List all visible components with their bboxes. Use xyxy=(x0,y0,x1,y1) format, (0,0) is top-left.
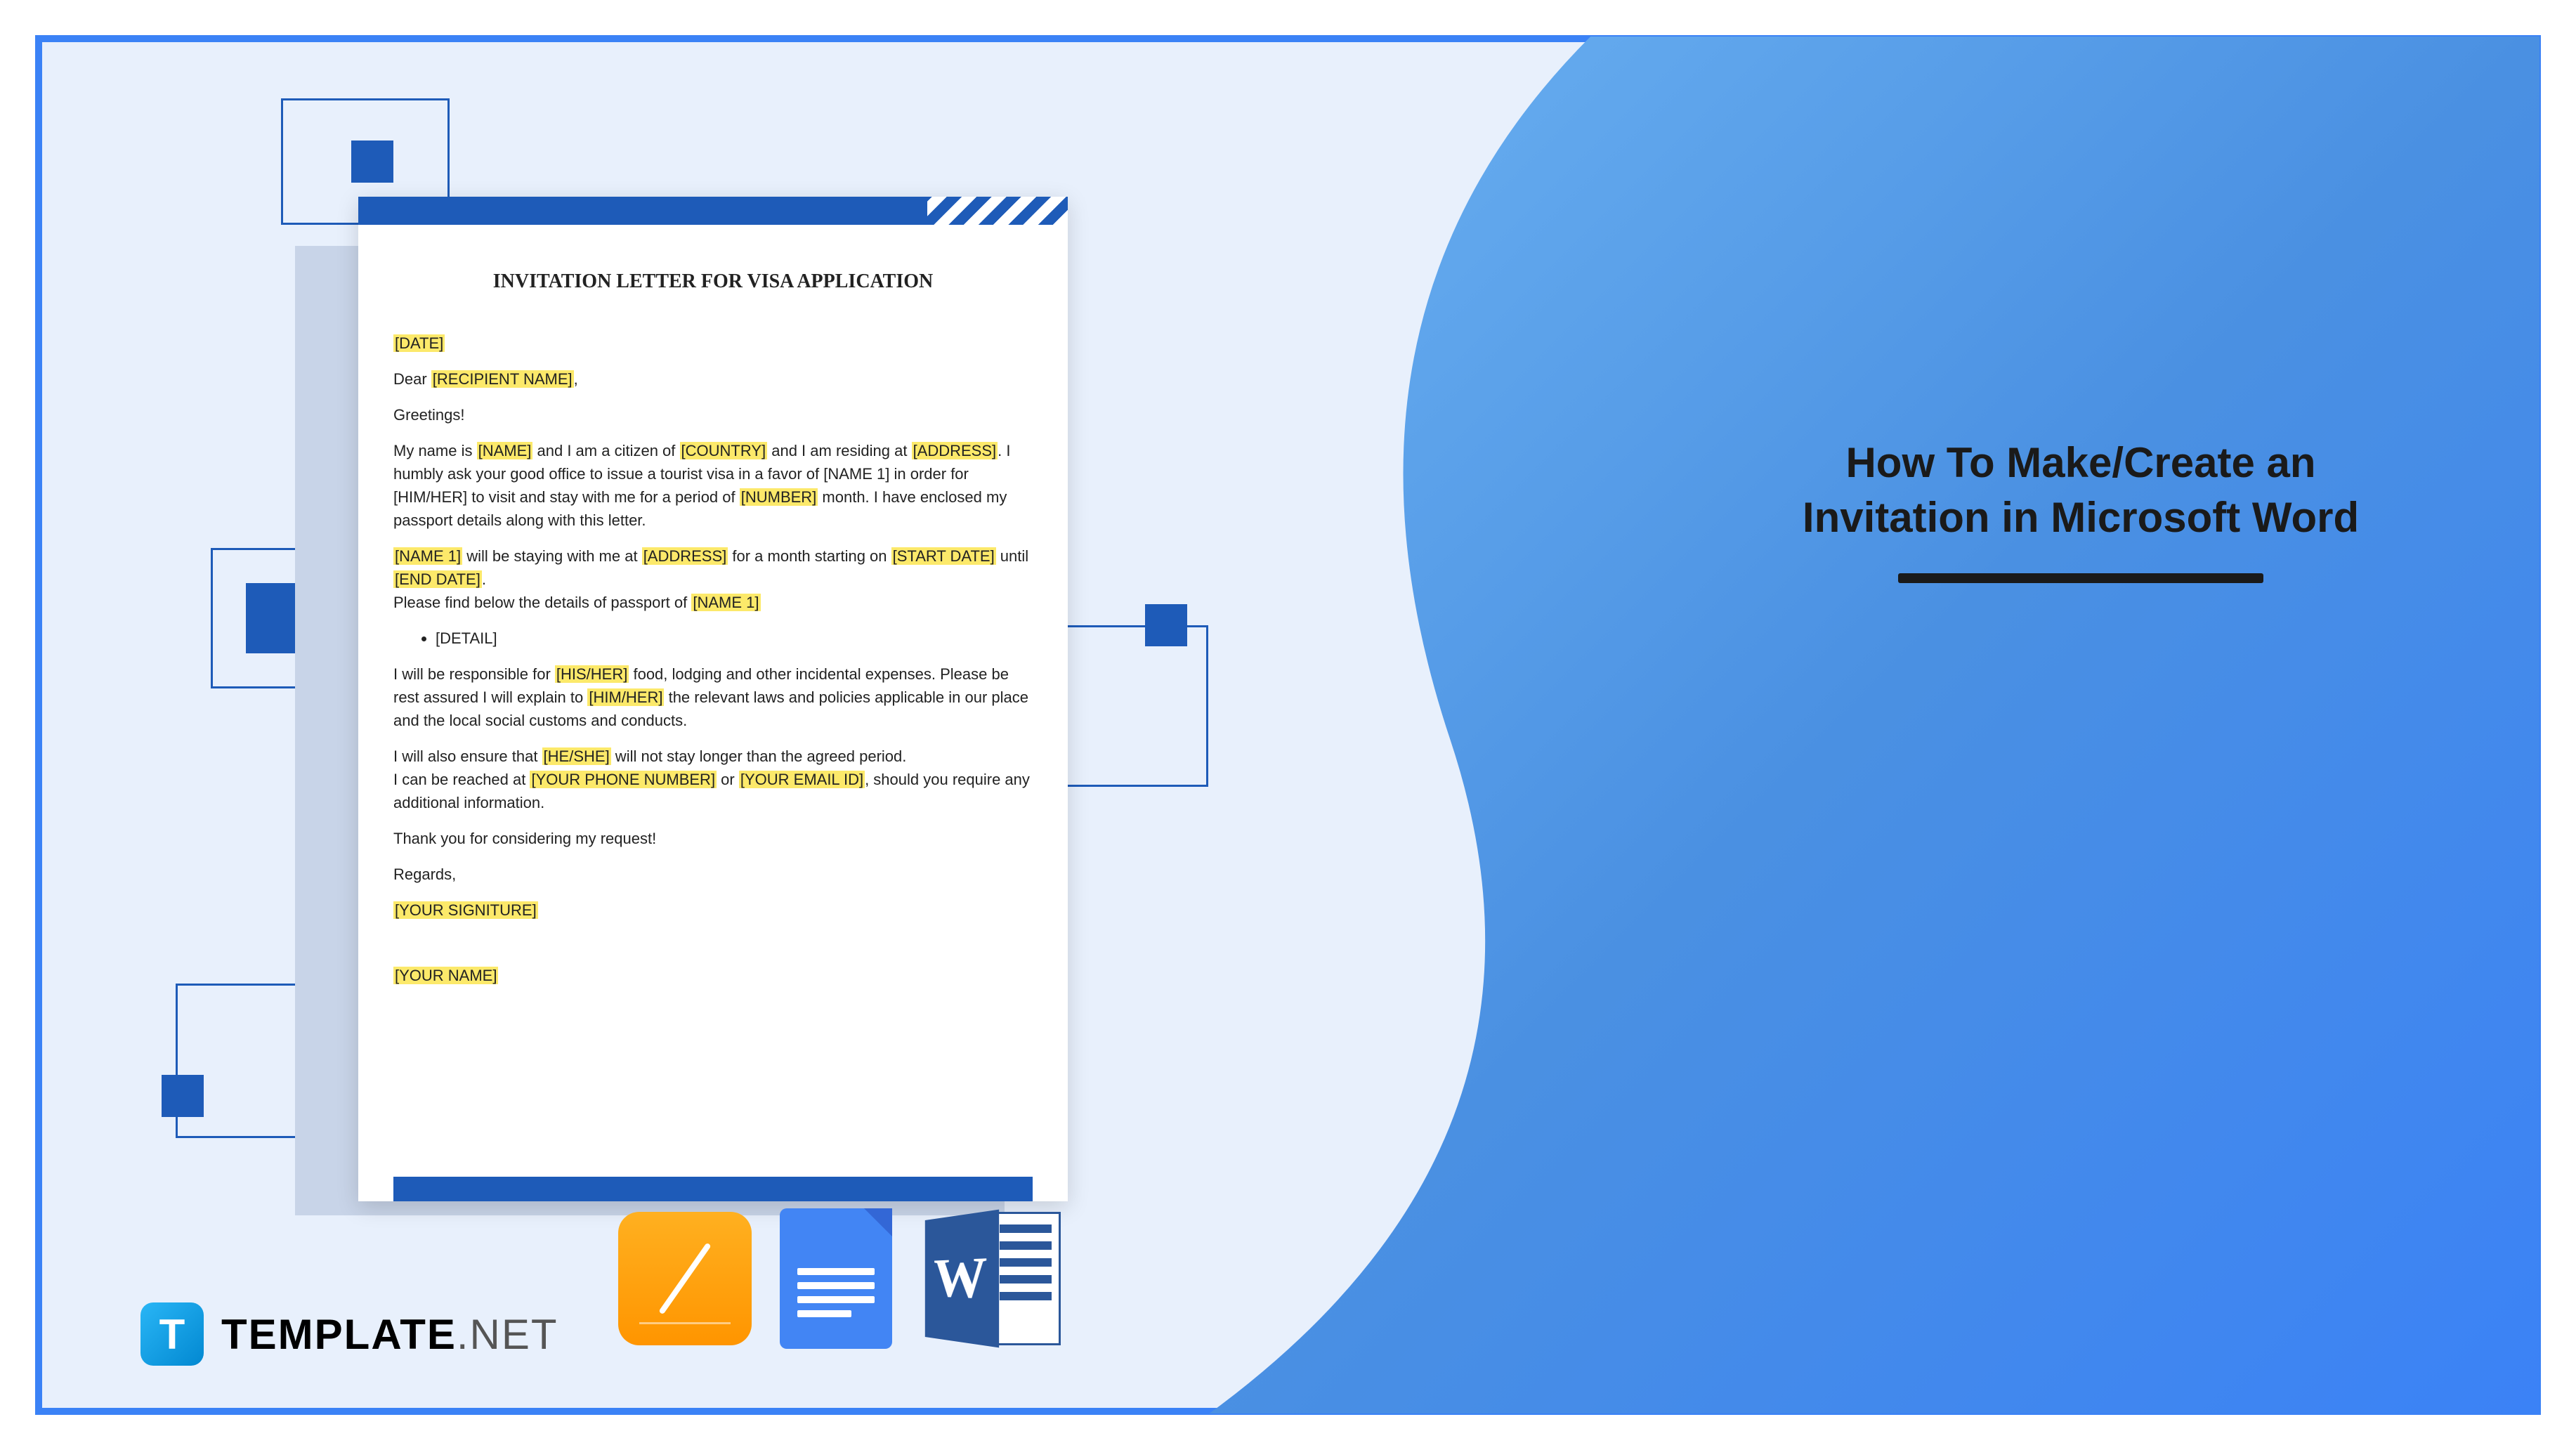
decoration-square xyxy=(351,141,393,183)
decoration-square xyxy=(162,1075,204,1117)
word-icon: W xyxy=(920,1212,1061,1345)
brand-icon: T xyxy=(140,1302,204,1366)
regards: Regards, xyxy=(393,863,1033,886)
paragraph: I will also ensure that [HE/SHE] will no… xyxy=(393,745,1033,814)
document-header-bar xyxy=(358,197,1068,225)
greeting: Greetings! xyxy=(393,403,1033,426)
app-icons-row: W xyxy=(618,1208,1061,1349)
title-underline xyxy=(1898,573,2263,583)
decoration-square xyxy=(1047,625,1208,787)
pages-icon xyxy=(618,1212,752,1345)
title-block: How To Make/Create an Invitation in Micr… xyxy=(1782,436,2379,583)
placeholder-recipient: [RECIPIENT NAME] xyxy=(431,370,574,388)
brand-text: TEMPLATE.NET xyxy=(221,1310,558,1359)
document-heading: INVITATION LETTER FOR VISA APPLICATION xyxy=(393,267,1033,296)
placeholder-date: [DATE] xyxy=(393,334,445,352)
list-item: [DETAIL] xyxy=(436,627,1033,650)
placeholder-signature: [YOUR SIGNITURE] xyxy=(393,901,538,919)
placeholder-yourname: [YOUR NAME] xyxy=(393,967,498,984)
paragraph: I will be responsible for [HIS/HER] food… xyxy=(393,662,1033,732)
brand-logo: T TEMPLATE.NET xyxy=(140,1302,558,1366)
decoration-square xyxy=(1145,604,1187,646)
document-footer-bar xyxy=(393,1177,1033,1201)
main-frame: INVITATION LETTER FOR VISA APPLICATION [… xyxy=(35,35,2541,1415)
paragraph: [NAME 1] will be staying with me at [ADD… xyxy=(393,544,1033,614)
paragraph: Thank you for considering my request! xyxy=(393,827,1033,850)
paragraph: My name is [NAME] and I am a citizen of … xyxy=(393,439,1033,532)
wave-background xyxy=(1169,37,2539,1413)
page-title: How To Make/Create an Invitation in Micr… xyxy=(1782,436,2379,545)
document-preview: INVITATION LETTER FOR VISA APPLICATION [… xyxy=(358,197,1068,1201)
google-docs-icon xyxy=(780,1208,892,1349)
document-body: INVITATION LETTER FOR VISA APPLICATION [… xyxy=(358,225,1068,1042)
